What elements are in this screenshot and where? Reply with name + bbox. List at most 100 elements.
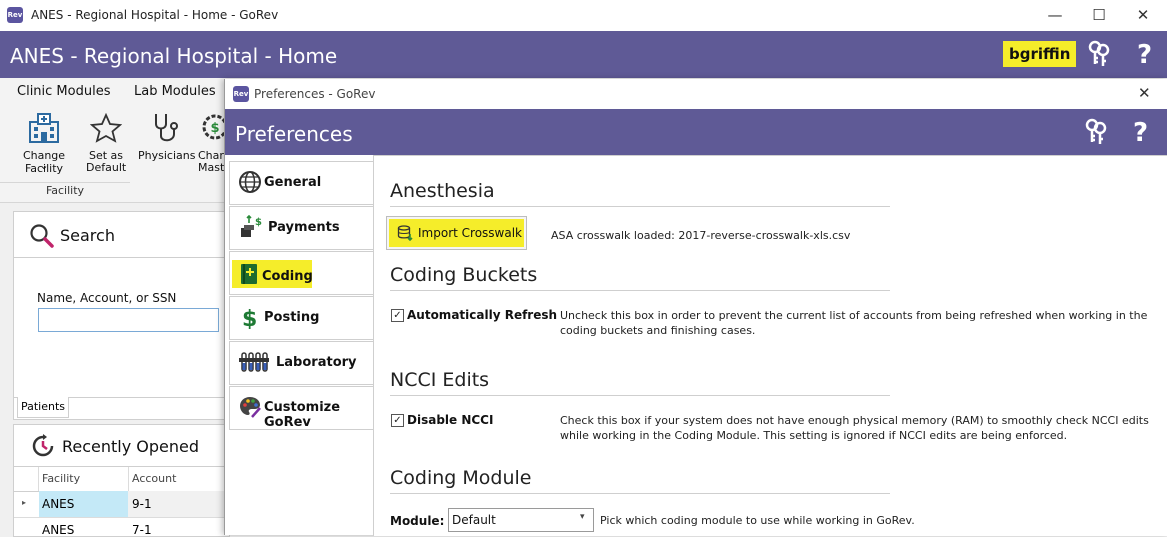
palette-icon [238,395,262,419]
module-hint: Pick which coding module to use while wo… [600,514,915,527]
dialog-close-button[interactable]: ✕ [1138,84,1151,102]
username-badge[interactable]: bgriffin [1003,41,1077,67]
tab-patients[interactable]: Patients [17,397,69,418]
main-header: ANES - Regional Hospital - Home bgriffin… [0,31,1167,78]
nav-item-general[interactable]: General [229,161,375,205]
recent-history-icon [30,433,56,459]
search-panel: Search Name, Account, or SSN Patients [13,211,230,420]
dialog-help-button[interactable]: ? [1133,120,1148,146]
automatically-refresh-checkbox[interactable]: ✓ [391,309,404,322]
svg-text:$: $ [255,217,262,228]
ribbon-divider [0,182,130,183]
tab-lab-modules[interactable]: Lab Modules [134,84,216,99]
header-divider [128,467,129,491]
recent-title: Recently Opened [62,437,200,456]
recent-table-header: Facility Account [14,466,229,492]
dialog-titlebar: Rev Preferences - GoRev ✕ [225,79,1167,109]
chevron-down-icon: ⌄ [39,159,49,172]
module-select[interactable]: Default ▾ [448,508,594,532]
nav-label-general: General [264,175,322,190]
database-import-icon [397,225,413,242]
ribbon: Clinic Modules Lab Modules Change Facili… [0,78,230,203]
main-titlebar: Rev ANES - Regional Hospital - Home - Go… [0,0,1167,31]
row-facility: ANES [42,497,75,511]
chevron-down-icon: ▾ [580,512,585,522]
nav-item-payments[interactable]: $ Payments [229,206,375,250]
physicians-label: Physicians [138,149,196,162]
section-divider [390,206,890,207]
section-title-coding-buckets: Coding Buckets [390,264,538,286]
dialog-window-title: Preferences - GoRev [254,87,376,101]
default-label: Default [86,161,127,174]
payments-icon: $ [238,214,262,239]
set-as-default-button[interactable]: Set as Default [86,112,126,178]
recently-opened-panel: Recently Opened Facility Account ▸ ANES … [13,424,230,537]
row-account: 9-1 [132,497,152,511]
physicians-button[interactable]: Physicians [138,112,196,178]
section-title-coding-module: Coding Module [390,467,532,489]
nav-item-customize[interactable]: Customize GoRev [229,386,375,430]
tab-clinic-modules[interactable]: Clinic Modules [17,84,110,99]
section-divider [390,493,890,494]
row-facility: ANES [42,523,75,536]
gorev-app-icon: Rev [7,7,23,23]
search-divider [14,257,229,258]
facility-group-label: Facility [45,184,85,197]
column-header-facility[interactable]: Facility [42,472,80,485]
section-title-anesthesia: Anesthesia [390,180,495,202]
disable-ncci-label[interactable]: Disable NCCI [407,413,493,427]
search-field-label: Name, Account, or SSN [37,291,177,305]
search-title: Search [60,226,115,245]
help-button[interactable]: ? [1137,42,1152,68]
globe-icon [238,170,262,194]
hospital-icon [27,112,61,144]
nav-label-payments: Payments [268,220,340,235]
minimize-button[interactable]: — [1032,0,1078,31]
search-icon [29,223,55,249]
nav-item-laboratory[interactable]: Laboratory [229,341,375,385]
automatically-refresh-description: Uncheck this box in order to prevent the… [560,309,1148,337]
close-button[interactable]: ✕ [1120,0,1166,31]
dialog-heading: Preferences [235,122,353,146]
svg-text:$: $ [210,121,219,136]
search-input[interactable] [38,308,219,332]
nav-label-laboratory: Laboratory [276,355,357,370]
preferences-content: Anesthesia Import Crosswalk ASA crosswal… [373,155,1167,536]
nav-label-posting: Posting [264,310,320,325]
module-select-value: Default [452,513,496,527]
main-window-title: ANES - Regional Hospital - Home - GoRev [31,8,279,22]
crosswalk-status: ASA crosswalk loaded: 2017-reverse-cross… [551,229,851,242]
disable-ncci-checkbox[interactable]: ✓ [391,414,404,427]
svg-text:$: $ [242,307,257,329]
dialog-header: Preferences ? [225,109,1167,155]
stethoscope-icon [150,112,180,144]
row-selector-icon: ▸ [22,498,27,507]
nav-item-coding[interactable]: Coding [229,251,375,295]
dollar-icon: $ [238,305,262,332]
module-label: Module: [390,514,445,528]
gorev-app-icon: Rev [233,86,249,102]
test-tubes-icon [238,350,270,374]
nav-label-customize: Customize GoRev [264,400,341,430]
section-divider [390,395,890,396]
import-crosswalk-label: Import Crosswalk [418,226,522,240]
preferences-dialog: Rev Preferences - GoRev ✕ Preferences ? … [224,79,1167,536]
column-header-account[interactable]: Account [132,472,176,485]
table-row[interactable]: ANES 7-1 [14,518,229,536]
section-divider [390,290,890,291]
header-divider [38,467,39,491]
row-account: 7-1 [132,523,152,536]
coding-book-icon [238,262,262,286]
nav-label-coding: Coding [262,269,313,284]
table-row[interactable]: ▸ ANES 9-1 [14,491,229,518]
change-facility-button[interactable]: Change Facility ⌄ [6,112,82,178]
import-crosswalk-button[interactable]: Import Crosswalk [386,216,527,250]
page-title: ANES - Regional Hospital - Home [10,44,338,68]
star-icon [89,112,123,143]
keys-icon[interactable] [1086,40,1112,68]
keys-icon[interactable] [1083,118,1109,146]
preferences-nav: General $ Payments Coding $ Posting Labo… [225,155,375,535]
automatically-refresh-label[interactable]: Automatically Refresh [407,308,557,322]
nav-item-posting[interactable]: $ Posting [229,296,375,340]
maximize-button[interactable]: ☐ [1076,0,1122,31]
